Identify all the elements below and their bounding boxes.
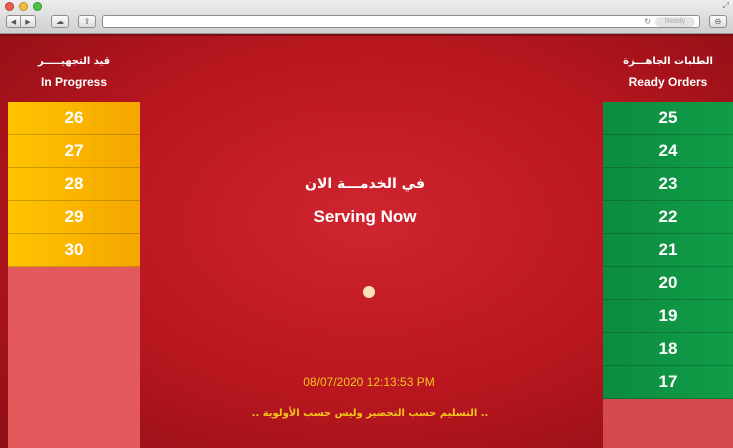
serving-now-title-en: Serving Now [313, 207, 417, 226]
ready-order: 17 [603, 366, 733, 399]
share-button[interactable]: ⇪ [78, 15, 96, 28]
in-progress-title-en: In Progress [40, 75, 108, 89]
serving-indicator-dot [363, 286, 375, 298]
window-controls [5, 2, 42, 11]
in-progress-order: 26 [8, 102, 140, 135]
in-progress-order: 30 [8, 234, 140, 267]
icloud-button[interactable]: ☁ [51, 15, 69, 28]
ready-orders-title-ar: الطلبات الجاهـــزة [623, 56, 713, 67]
in-progress-order: 27 [8, 135, 140, 168]
ready-order: 20 [603, 267, 733, 300]
back-button[interactable]: ◀ [6, 15, 21, 28]
back-arrow-icon: ◀ [10, 18, 17, 26]
reload-icon[interactable]: ↻ [644, 17, 651, 26]
cloud-icon: ☁ [56, 17, 64, 26]
ready-order: 25 [603, 102, 733, 135]
page-status: Ready [655, 17, 695, 27]
share-icon: ⇪ [83, 17, 91, 26]
order-board: قيد التجهيـــــر In Progress الطلبات الج… [0, 34, 733, 448]
in-progress-order: 29 [8, 201, 140, 234]
address-bar[interactable]: ↻ Ready [102, 15, 700, 28]
in-progress-header: قيد التجهيـــــر In Progress [8, 56, 140, 89]
ready-order: 18 [603, 333, 733, 366]
ready-orders-header: الطلبات الجاهـــزة Ready Orders [603, 56, 733, 89]
current-datetime: 08/07/2020 12:13:53 PM [303, 375, 435, 389]
in-progress-list: 26 27 28 29 30 [8, 102, 140, 448]
in-progress-order: 28 [8, 168, 140, 201]
delivery-note: .. التسليم حسب التحضير وليس حسب الأولوية… [251, 408, 489, 419]
stop-button[interactable]: ⊖ [709, 15, 727, 28]
fullscreen-icon[interactable]: ⤢ [723, 1, 729, 11]
ready-order: 22 [603, 201, 733, 234]
ready-order: 19 [603, 300, 733, 333]
minimize-window-button[interactable] [19, 2, 28, 11]
ready-orders-title-en: Ready Orders [628, 75, 708, 89]
ready-orders-list: 25 24 23 22 21 20 19 18 17 [603, 102, 733, 448]
history-nav: ◀ ▶ [6, 15, 36, 28]
stop-icon: ⊖ [714, 17, 722, 26]
browser-toolbar: ⤢ ◀ ▶ ☁ ⇪ ↻ Ready ⊖ [0, 0, 733, 34]
ready-order: 21 [603, 234, 733, 267]
forward-arrow-icon: ▶ [25, 18, 31, 26]
ready-order: 23 [603, 168, 733, 201]
in-progress-title-ar: قيد التجهيـــــر [37, 56, 111, 67]
zoom-window-button[interactable] [33, 2, 42, 11]
ready-order: 24 [603, 135, 733, 168]
serving-now-title-ar: في الخدمـــة الان [305, 176, 425, 192]
close-window-button[interactable] [5, 2, 14, 11]
forward-button[interactable]: ▶ [21, 15, 36, 28]
